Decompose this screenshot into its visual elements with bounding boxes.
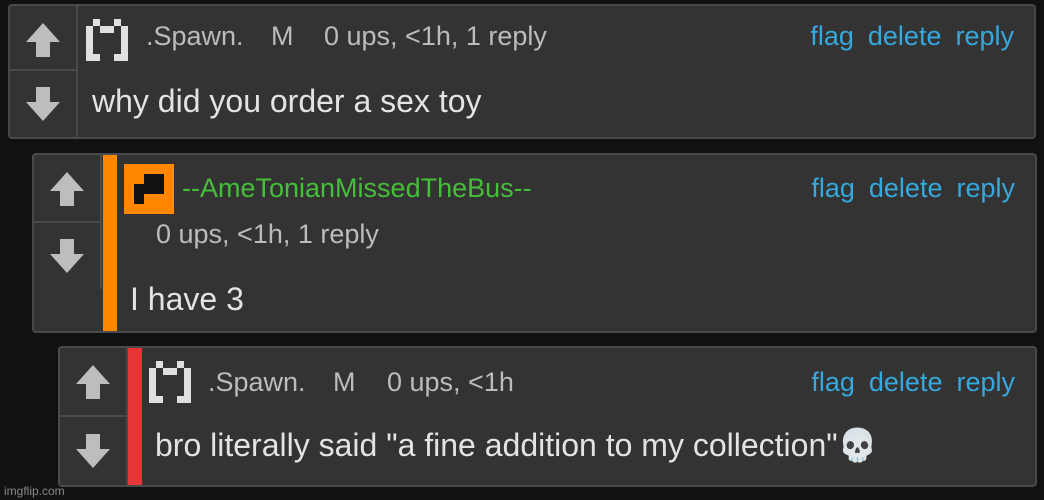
up-arrow-icon <box>50 172 84 206</box>
downvote-button[interactable] <box>60 415 126 485</box>
delete-link[interactable]: delete <box>869 173 943 203</box>
vote-column <box>34 155 102 289</box>
comment-actions: flag delete reply <box>797 369 1015 396</box>
watermark: imgflip.com <box>4 484 65 498</box>
comment-meta: 0 ups, <1h, 1 reply <box>156 219 379 249</box>
reply-link[interactable]: reply <box>955 21 1014 51</box>
comment-1: .Spawn. M 0 ups, <1h, 1 reply flag delete… <box>8 4 1036 139</box>
mod-badge: M <box>333 367 356 397</box>
flag-link[interactable]: flag <box>810 21 854 51</box>
comment-2: --AmeTonianMissedTheBus-- flag delete repl… <box>32 153 1037 333</box>
delete-link[interactable]: delete <box>869 367 943 397</box>
reply-link[interactable]: reply <box>956 367 1015 397</box>
flag-link[interactable]: flag <box>811 173 855 203</box>
comment-body: I have 3 <box>130 281 244 317</box>
upvote-button[interactable] <box>60 348 126 415</box>
comment-meta: 0 ups, <1h, 1 reply <box>324 21 547 51</box>
vote-column <box>60 348 128 485</box>
username-link[interactable]: .Spawn. <box>208 369 306 396</box>
reply-link[interactable]: reply <box>956 173 1015 203</box>
down-arrow-icon <box>76 434 110 468</box>
upvote-button[interactable] <box>34 155 100 223</box>
down-arrow-icon <box>26 87 60 121</box>
flag-link[interactable]: flag <box>811 367 855 397</box>
downvote-button[interactable] <box>10 69 76 137</box>
up-arrow-icon <box>76 364 110 399</box>
delete-link[interactable]: delete <box>868 21 942 51</box>
up-arrow-icon <box>26 22 60 57</box>
comment-actions: flag delete reply <box>797 175 1015 202</box>
reply-accent-bar <box>128 348 142 485</box>
pixel-avatar-icon[interactable] <box>149 361 191 403</box>
username-link[interactable]: --AmeTonianMissedTheBus-- <box>182 175 532 202</box>
comment-body: why did you order a sex toy <box>92 83 482 119</box>
down-arrow-icon <box>50 239 84 273</box>
upvote-button[interactable] <box>10 6 76 73</box>
pixel-avatar-icon[interactable] <box>86 19 128 61</box>
comment-actions: flag delete reply <box>796 23 1014 50</box>
comment-meta: 0 ups, <1h <box>387 367 514 397</box>
vote-column <box>10 6 78 137</box>
username-link[interactable]: .Spawn. <box>146 23 244 50</box>
reply-accent-bar <box>103 155 117 331</box>
orange-square-avatar-icon[interactable] <box>124 164 174 214</box>
downvote-button[interactable] <box>34 221 100 289</box>
comment-body: bro literally said "a fine addition to m… <box>155 427 878 463</box>
comment-3: .Spawn. M 0 ups, <1h flag delete reply bro… <box>58 346 1037 487</box>
mod-badge: M <box>271 21 294 51</box>
